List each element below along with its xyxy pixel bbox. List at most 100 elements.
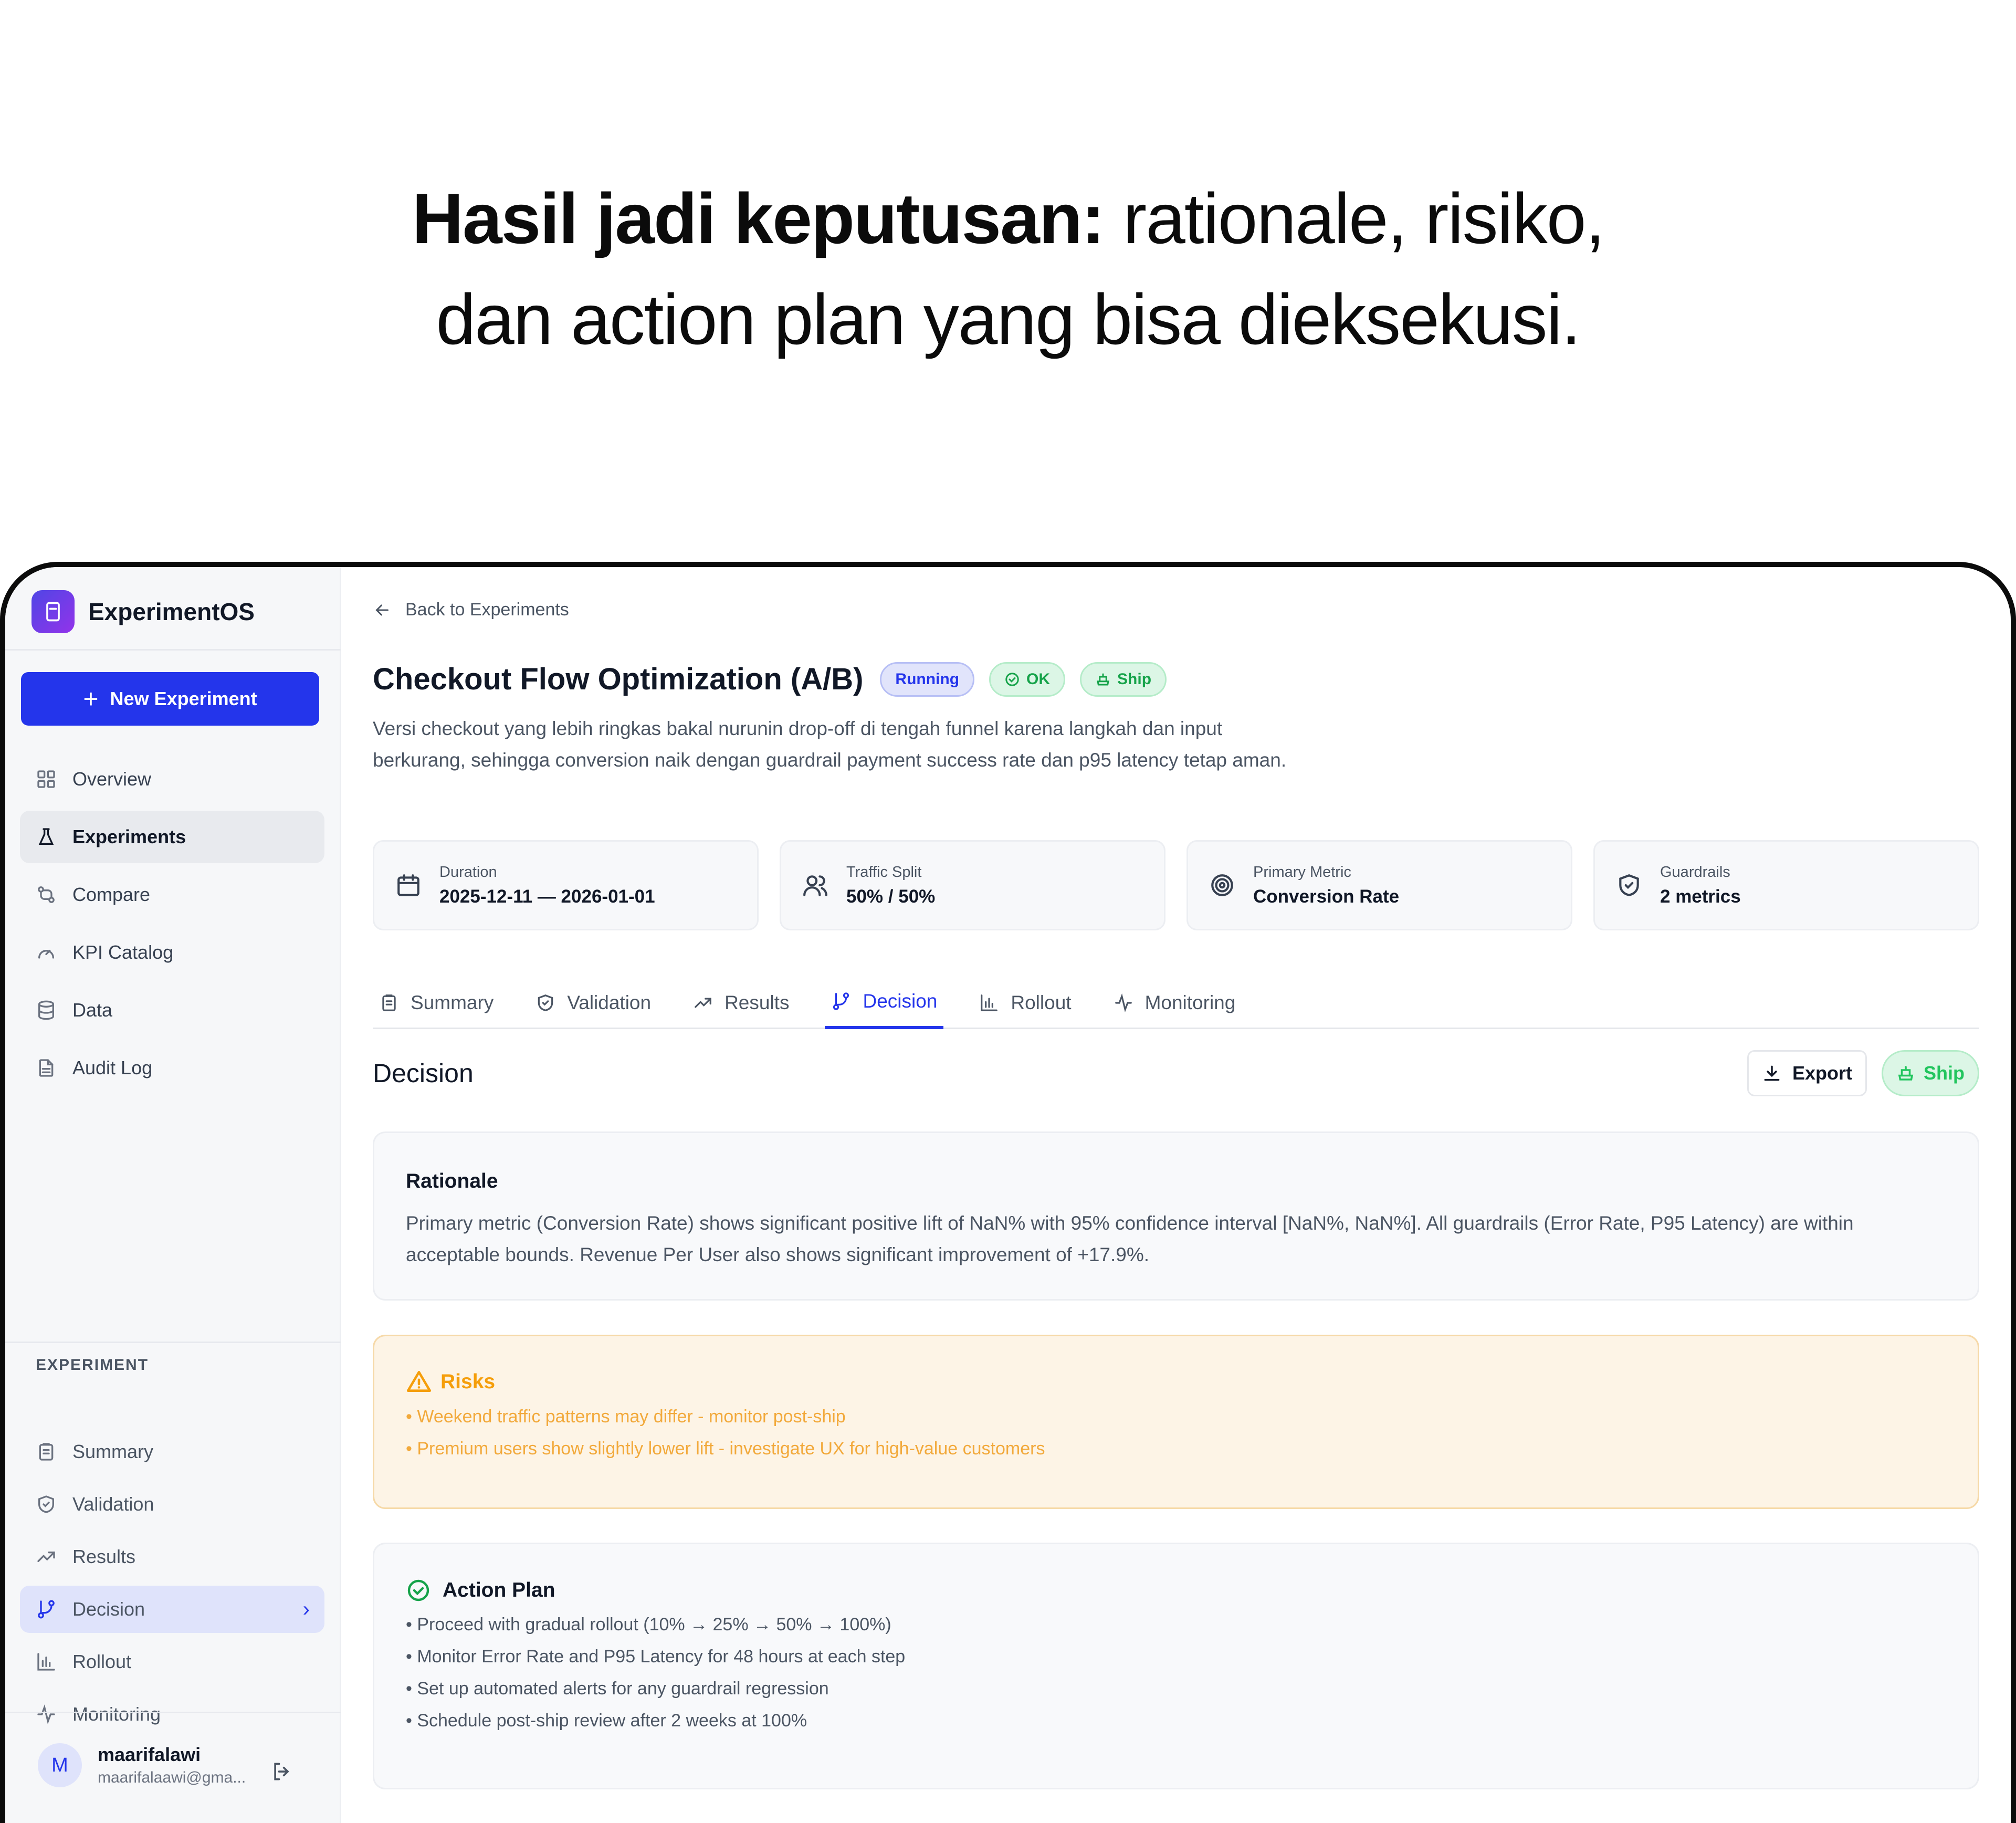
risks-title: Risks: [440, 1370, 496, 1393]
list-item: • Weekend traffic patterns may differ - …: [406, 1407, 846, 1427]
tab-rollout[interactable]: Rollout: [973, 977, 1077, 1029]
sidebar-item-decision[interactable]: Decision ›: [20, 1586, 324, 1633]
brand-name: ExperimentOS: [88, 598, 255, 625]
page-title: Checkout Flow Optimization (A/B): [373, 662, 864, 696]
sidebar-item-monitoring[interactable]: Monitoring: [20, 1691, 324, 1738]
target-icon: [1211, 874, 1233, 896]
logout-icon[interactable]: [270, 1760, 293, 1783]
trend-up-icon: [695, 998, 711, 1008]
list-item: • Set up automated alerts for any guardr…: [406, 1679, 829, 1699]
stat-duration: Duration 2025-12-11 — 2026-01-01: [373, 840, 759, 930]
database-icon: [38, 1000, 54, 1020]
badge-ok-label: OK: [1026, 670, 1051, 688]
calendar-icon: [397, 874, 419, 896]
headline-line2: dan action plan yang bisa dieksekusi.: [436, 279, 1581, 359]
sidebar-item-label: Overview: [72, 768, 152, 790]
tab-summary[interactable]: Summary: [373, 977, 500, 1029]
grid-icon: [37, 770, 55, 788]
sidebar-item-data[interactable]: Data: [20, 984, 324, 1036]
sidebar-item-overview[interactable]: Overview: [20, 753, 324, 805]
clipboard-icon: [39, 1443, 54, 1461]
badge-ship-label: Ship: [1117, 670, 1152, 688]
gauge-icon: [38, 950, 55, 959]
ship-button[interactable]: Ship: [1882, 1050, 1979, 1096]
shield-check-icon: [38, 1495, 54, 1513]
download-icon: [1764, 1065, 1780, 1081]
stat-traffic-split: Traffic Split 50% / 50%: [780, 840, 1166, 930]
back-link[interactable]: Back to Experiments: [373, 600, 569, 620]
git-branch-icon: [833, 992, 849, 1010]
sidebar-item-results[interactable]: Results: [20, 1533, 324, 1580]
tab-monitoring[interactable]: Monitoring: [1107, 977, 1242, 1029]
tab-label: Rollout: [1011, 992, 1072, 1013]
sidebar-item-label: Validation: [72, 1493, 154, 1515]
user-email: maarifalaawi@gma...: [98, 1769, 246, 1786]
status-badge-ok: OK: [989, 662, 1066, 697]
check-circle-icon: [1005, 672, 1019, 686]
stat-value: Conversion Rate: [1253, 886, 1400, 907]
list-item: • Proceed with gradual rollout (10% → 25…: [406, 1615, 891, 1635]
export-button[interactable]: Export: [1747, 1050, 1867, 1096]
sidebar-item-summary[interactable]: Summary: [20, 1428, 324, 1475]
sidebar-item-label: Audit Log: [72, 1057, 153, 1078]
status-badge-running: Running: [880, 662, 975, 697]
sidebar-item-label: Monitoring: [72, 1703, 161, 1725]
git-branch-icon: [38, 1600, 55, 1619]
activity-icon: [37, 1704, 55, 1724]
arrow-left-icon: [375, 604, 388, 615]
title-row: Checkout Flow Optimization (A/B) Running…: [373, 662, 1167, 697]
divider: [5, 649, 341, 651]
divider: [5, 1342, 341, 1343]
main-content: Back to Experiments Checkout Flow Optimi…: [373, 567, 1979, 1823]
new-experiment-button[interactable]: + New Experiment: [21, 672, 319, 726]
plus-icon: +: [83, 684, 99, 714]
tab-results[interactable]: Results: [687, 977, 795, 1029]
stat-value: 2025-12-11 — 2026-01-01: [439, 886, 655, 907]
sidebar-item-label: Compare: [72, 884, 151, 905]
list-item: • Premium users show slightly lower lift…: [406, 1439, 1045, 1459]
user-profile[interactable]: M maarifalawi maarifalaawi@gma...: [38, 1743, 246, 1787]
stat-label: Guardrails: [1660, 863, 1730, 881]
stat-primary-metric: Primary Metric Conversion Rate: [1186, 840, 1572, 930]
sidebar-item-rollout[interactable]: Rollout: [20, 1638, 324, 1685]
sidebar-item-audit-log[interactable]: Audit Log: [20, 1042, 324, 1094]
clipboard-icon: [382, 994, 396, 1011]
sidebar-item-compare[interactable]: Compare: [20, 868, 324, 921]
main-nav: Overview Experiments Compare KPI Catalog…: [20, 753, 324, 1099]
sidebar-item-validation[interactable]: Validation: [20, 1481, 324, 1528]
divider: [5, 1712, 341, 1713]
tab-label: Validation: [567, 992, 652, 1013]
sidebar-item-label: Experiments: [72, 826, 186, 847]
tab-label: Monitoring: [1144, 992, 1236, 1013]
sidebar-item-label: Summary: [72, 1441, 154, 1462]
sidebar-item-label: Results: [72, 1546, 136, 1567]
sidebar-item-label: Decision: [72, 1598, 145, 1620]
tab-label: Summary: [411, 992, 494, 1013]
warning-icon: [406, 1370, 432, 1392]
list-item: • Monitor Error Rate and P95 Latency for…: [406, 1647, 906, 1667]
sidebar-item-label: Data: [72, 999, 113, 1021]
new-experiment-label: New Experiment: [110, 688, 257, 709]
tab-bar: Summary Validation Results Decision Roll…: [373, 977, 1979, 1029]
list-item: • Schedule post-ship review after 2 week…: [406, 1711, 807, 1731]
stat-label: Traffic Split: [846, 863, 922, 881]
sidebar-item-label: KPI Catalog: [72, 941, 174, 963]
sidebar-item-kpi-catalog[interactable]: KPI Catalog: [20, 926, 324, 979]
sidebar-item-experiments[interactable]: Experiments: [20, 811, 324, 863]
ship-icon: [1898, 1066, 1914, 1081]
avatar: M: [38, 1743, 82, 1787]
tab-validation[interactable]: Validation: [529, 977, 657, 1029]
hypothesis-description: Versi checkout yang lebih ringkas bakal …: [373, 718, 1287, 771]
chevron-right-icon: ›: [302, 1597, 310, 1621]
stat-label: Primary Metric: [1253, 863, 1351, 881]
flask-logo-icon: [32, 590, 75, 633]
activity-icon: [1115, 993, 1132, 1012]
user-name: maarifalawi: [98, 1744, 201, 1765]
status-badge-ship: Ship: [1080, 662, 1167, 697]
check-circle-icon: [407, 1579, 429, 1601]
brand[interactable]: ExperimentOS: [32, 588, 255, 635]
ship-label: Ship: [1924, 1062, 1965, 1084]
users-icon: [803, 875, 827, 896]
stat-label: Duration: [439, 863, 497, 881]
tab-decision[interactable]: Decision: [825, 977, 944, 1029]
